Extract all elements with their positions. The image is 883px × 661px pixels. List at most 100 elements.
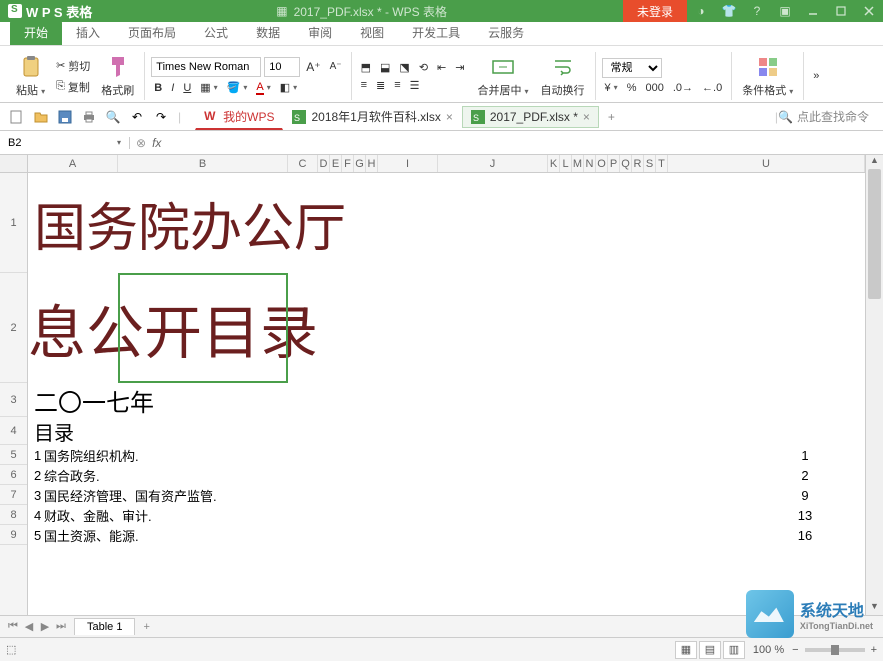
ribbon-toggle-icon[interactable]: ▣ — [771, 0, 799, 22]
vertical-scrollbar[interactable]: ▲ ▼ — [865, 155, 883, 615]
font-color-button[interactable]: A▾ — [253, 80, 273, 96]
view-page-button[interactable]: ▤ — [699, 641, 721, 659]
number-format-combo[interactable]: 常规 — [602, 58, 662, 78]
col-header[interactable]: T — [656, 155, 668, 172]
indent-increase-button[interactable]: ⇥ — [452, 60, 467, 75]
align-right-button[interactable]: ≡ — [391, 78, 403, 92]
row-header[interactable]: 3 — [0, 383, 27, 417]
cut-button[interactable]: ✂剪切 — [53, 57, 93, 75]
font-size-combo[interactable] — [264, 57, 300, 77]
table-row[interactable]: 3国民经济管理、国有资产监管.9 — [28, 485, 865, 505]
table-row[interactable]: 2综合政务.2 — [28, 465, 865, 485]
copy-button[interactable]: ⎘复制 — [53, 78, 93, 96]
zoom-slider[interactable] — [805, 648, 865, 652]
fill-color-button[interactable]: 🪣▾ — [224, 80, 251, 95]
scroll-down-icon[interactable]: ▼ — [866, 601, 883, 615]
new-doctab-button[interactable]: + — [599, 106, 624, 128]
doctab-file2[interactable]: S 2017_PDF.xlsx * × — [462, 106, 599, 128]
tab-view[interactable]: 视图 — [346, 21, 398, 45]
qat-redo-button[interactable]: ↷ — [150, 106, 172, 128]
add-sheet-button[interactable]: + — [135, 619, 157, 635]
table-row[interactable]: 1国务院组织机构.1 — [28, 445, 865, 465]
col-header[interactable]: I — [378, 155, 438, 172]
close-button[interactable] — [855, 0, 883, 22]
minimize-button[interactable] — [799, 0, 827, 22]
qat-open-button[interactable] — [30, 106, 52, 128]
cancel-formula-icon[interactable]: ⊗ — [136, 136, 146, 150]
sheet-tab[interactable]: Table 1 — [74, 618, 135, 635]
qat-save-button[interactable] — [54, 106, 76, 128]
table-row[interactable]: 4财政、金融、审计.13 — [28, 505, 865, 525]
font-name-combo[interactable] — [151, 57, 261, 77]
view-pagebreak-button[interactable]: ▥ — [723, 641, 745, 659]
border-button[interactable]: ▦▾ — [197, 80, 220, 95]
col-header[interactable]: L — [560, 155, 572, 172]
close-tab-icon[interactable]: × — [446, 110, 453, 124]
sheet-nav-next[interactable]: ▶ — [38, 620, 52, 633]
zoom-out-button[interactable]: − — [792, 644, 798, 656]
cells-area[interactable]: 国务院办公厅 息公开目录 二〇一七年 目录 1国务院组织机构.1 2综合政务.2… — [28, 173, 865, 615]
col-header[interactable]: S — [644, 155, 656, 172]
align-top-button[interactable]: ⬒ — [358, 60, 374, 75]
bold-button[interactable]: B — [151, 81, 165, 95]
formula-input[interactable] — [167, 135, 877, 150]
qat-undo-button[interactable]: ↶ — [126, 106, 148, 128]
command-search[interactable]: 🔍 点此查找命令 — [778, 108, 877, 125]
col-header[interactable]: N — [584, 155, 596, 172]
indent-decrease-button[interactable]: ⇤ — [434, 60, 449, 75]
align-bottom-button[interactable]: ⬔ — [396, 60, 412, 75]
view-normal-button[interactable]: ▦ — [675, 641, 697, 659]
col-header[interactable]: K — [548, 155, 560, 172]
scroll-up-icon[interactable]: ▲ — [866, 155, 883, 169]
col-header[interactable]: U — [668, 155, 865, 172]
col-header[interactable]: H — [366, 155, 378, 172]
row-header[interactable]: 7 — [0, 485, 27, 505]
currency-button[interactable]: ¥▾ — [602, 81, 621, 95]
sheet-nav-first[interactable]: ⏮ — [6, 620, 20, 633]
row-header[interactable]: 4 — [0, 417, 27, 445]
conditional-format-button[interactable]: 条件格式 ▾ — [738, 53, 797, 100]
col-header[interactable]: P — [608, 155, 620, 172]
cell-a4[interactable]: 目录 — [28, 417, 865, 445]
col-header[interactable]: B — [118, 155, 288, 172]
sheet-nav-last[interactable]: ⏭ — [54, 620, 68, 633]
zoom-in-button[interactable]: + — [871, 644, 877, 656]
align-center-button[interactable]: ≣ — [373, 78, 388, 93]
row-header[interactable]: 9 — [0, 525, 27, 545]
login-button[interactable]: 未登录 — [623, 0, 687, 22]
underline-button[interactable]: U — [180, 81, 194, 95]
format-painter-button[interactable]: 格式刷 — [97, 53, 138, 100]
decrease-font-button[interactable]: A⁻ — [327, 60, 345, 73]
col-header[interactable]: R — [632, 155, 644, 172]
increase-decimal-button[interactable]: .0→ — [670, 81, 696, 95]
ribbon-more-button[interactable]: » — [810, 69, 822, 83]
help-icon[interactable]: ? — [743, 0, 771, 22]
fx-icon[interactable]: fx — [152, 136, 161, 150]
row-header[interactable]: 1 — [0, 173, 27, 273]
orientation-button[interactable]: ⟲ — [416, 60, 431, 75]
tab-page-layout[interactable]: 页面布局 — [114, 21, 190, 45]
close-tab-icon[interactable]: × — [583, 110, 590, 124]
zoom-level[interactable]: 100 % — [753, 644, 784, 656]
col-header[interactable]: D — [318, 155, 330, 172]
row-header[interactable]: 5 — [0, 445, 27, 465]
col-header[interactable]: C — [288, 155, 318, 172]
cell-a1[interactable]: 国务院办公厅 — [28, 173, 865, 273]
tab-start[interactable]: 开始 — [10, 21, 62, 45]
doctab-mywps[interactable]: W 我的WPS — [195, 104, 283, 130]
clear-format-button[interactable]: ◧▾ — [277, 80, 300, 95]
col-header[interactable]: G — [354, 155, 366, 172]
percent-button[interactable]: % — [624, 81, 640, 95]
col-header[interactable]: J — [438, 155, 548, 172]
comma-button[interactable]: 000 — [642, 81, 666, 95]
tab-cloud[interactable]: 云服务 — [474, 21, 538, 45]
select-all-corner[interactable] — [0, 155, 28, 173]
wrap-text-button[interactable]: 自动换行 — [537, 53, 589, 100]
row-header[interactable]: 8 — [0, 505, 27, 525]
doctab-file1[interactable]: S 2018年1月软件百科.xlsx × — [283, 104, 461, 129]
align-left-button[interactable]: ≡ — [358, 78, 370, 92]
sheet-nav-prev[interactable]: ◀ — [22, 620, 36, 633]
row-header[interactable]: 2 — [0, 273, 27, 383]
decrease-decimal-button[interactable]: ←.0 — [699, 81, 725, 95]
paste-button[interactable]: 粘贴 ▾ — [12, 53, 49, 100]
